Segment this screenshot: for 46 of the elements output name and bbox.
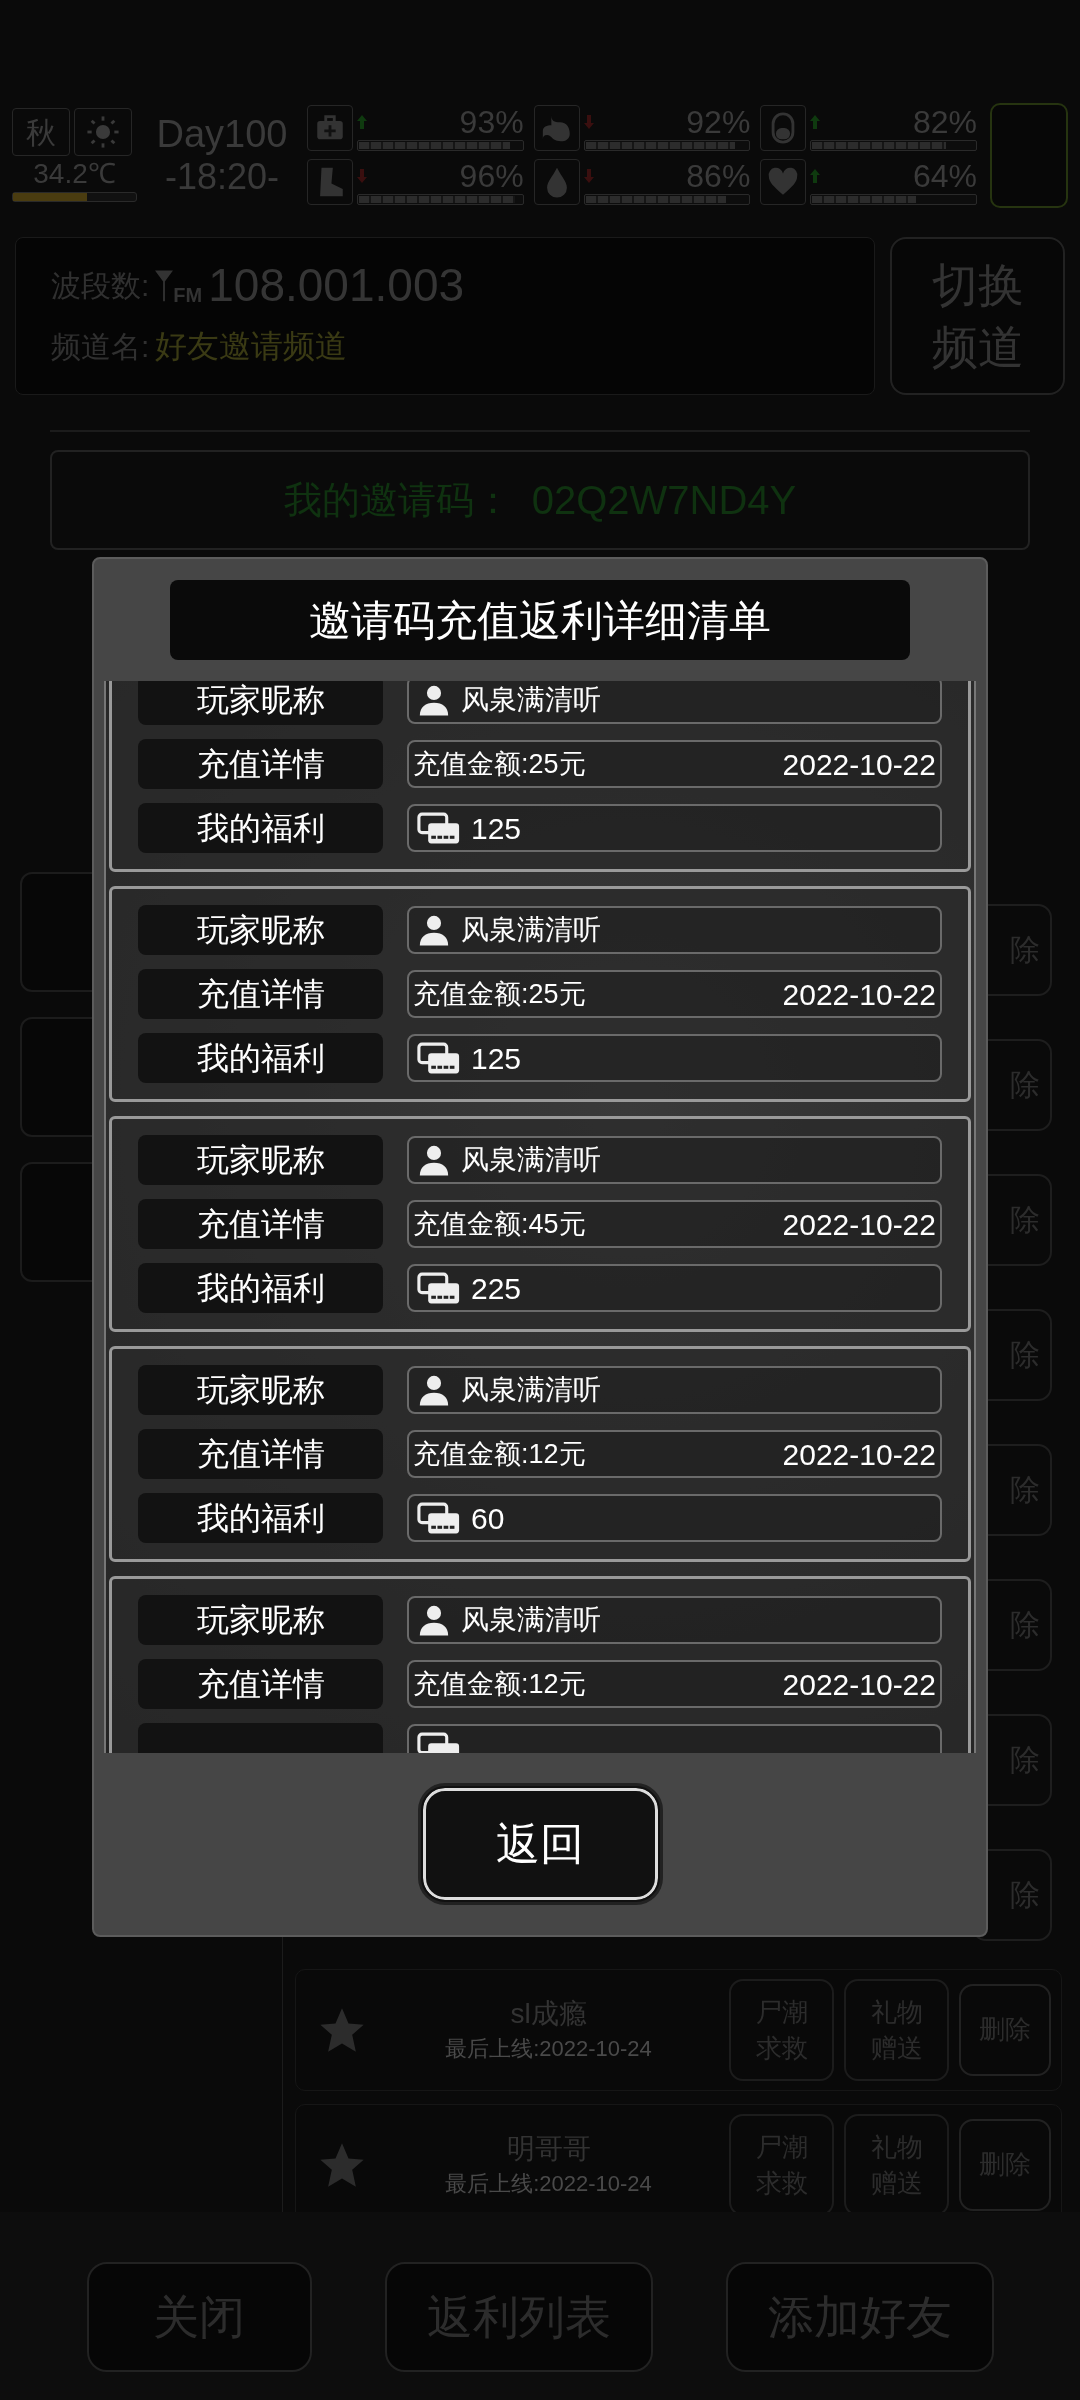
user-icon xyxy=(417,1143,451,1177)
sun-icon xyxy=(86,115,120,149)
field-label: 我的福利 xyxy=(138,1263,383,1313)
player-nickname: 风泉满清听 xyxy=(461,913,601,947)
cards-icon xyxy=(417,811,461,845)
dialog-title: 邀请码充值返利详细清单 xyxy=(170,580,910,660)
recharge-amount: 充值金额:25元 xyxy=(413,747,586,781)
recharge-date: 2022-10-22 xyxy=(782,1436,936,1473)
bonus-amount: 125 xyxy=(471,1040,522,1077)
field-label: 充值详情 xyxy=(138,969,383,1019)
recharge-date: 2022-10-22 xyxy=(782,746,936,783)
cards-icon xyxy=(417,1501,461,1535)
last-online-text: 最后上线:2022-10-24 xyxy=(445,2172,652,2195)
field-label: 玩家昵称 xyxy=(138,1365,383,1415)
bonus-amount: 60 xyxy=(471,1500,505,1537)
field-label: 玩家昵称 xyxy=(138,1135,383,1185)
player-nickname: 风泉满清听 xyxy=(461,683,601,717)
recharge-date: 2022-10-22 xyxy=(782,1206,936,1243)
recharge-amount: 充值金额:25元 xyxy=(413,977,586,1011)
recharge-date: 2022-10-22 xyxy=(782,1666,936,1703)
user-icon xyxy=(417,683,451,717)
user-icon xyxy=(417,1603,451,1637)
player-nickname: 风泉满清听 xyxy=(461,1373,601,1407)
user-icon xyxy=(417,913,451,947)
bonus-amount: 125 xyxy=(471,810,522,847)
recharge-amount: 充值金额:45元 xyxy=(413,1207,586,1241)
recharge-amount: 充值金额:12元 xyxy=(413,1667,586,1701)
bonus-amount: 225 xyxy=(471,1270,522,1307)
field-label: 玩家昵称 xyxy=(138,681,383,725)
cards-icon xyxy=(417,1041,461,1075)
cards-icon xyxy=(417,1271,461,1305)
player-nickname: 风泉满清听 xyxy=(461,1603,601,1637)
field-label: 玩家昵称 xyxy=(138,1595,383,1645)
field-label: 充值详情 xyxy=(138,739,383,789)
field-label: 我的福利 xyxy=(138,803,383,853)
player-nickname: 风泉满清听 xyxy=(461,1143,601,1177)
field-label: 充值详情 xyxy=(138,1199,383,1249)
last-online-text: 最后上线:2022-10-24 xyxy=(445,2037,652,2060)
field-label: 充值详情 xyxy=(138,1659,383,1709)
recharge-amount: 充值金额:12元 xyxy=(413,1437,586,1471)
user-icon xyxy=(417,1373,451,1407)
field-label: 玩家昵称 xyxy=(138,905,383,955)
field-label: 我的福利 xyxy=(138,1033,383,1083)
field-label: 充值详情 xyxy=(138,1429,383,1479)
field-label: 我的福利 xyxy=(138,1493,383,1543)
recharge-date: 2022-10-22 xyxy=(782,976,936,1013)
